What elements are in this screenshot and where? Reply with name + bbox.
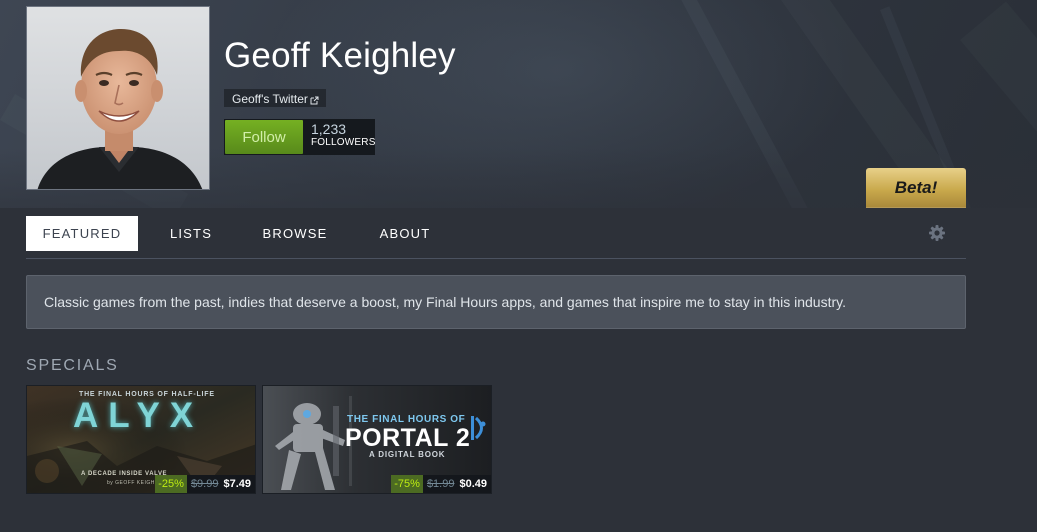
twitter-link[interactable]: Geoff's Twitter — [224, 89, 326, 107]
followers-count: 1,233 FOLLOWERS — [303, 119, 375, 155]
twitter-link-label: Geoff's Twitter — [232, 92, 308, 106]
alyx-art-title: ALYX — [73, 396, 204, 435]
tab-browse[interactable]: BROWSE — [252, 216, 338, 251]
curator-page: Geoff Keighley Geoff's Twitter Follow 1,… — [0, 0, 1037, 532]
follow-button[interactable]: Follow — [225, 120, 303, 154]
tab-featured[interactable]: FEATURED — [26, 216, 138, 251]
alyx-art-bottom: A DECADE INSIDE VALVE — [81, 471, 168, 477]
beta-badge[interactable]: Beta! — [866, 168, 966, 208]
followers-label: FOLLOWERS — [311, 137, 376, 148]
special-capsule-portal2[interactable]: THE FINAL HOURS OF PORTAL 2 A DIGITAL BO… — [262, 385, 492, 494]
tab-lists[interactable]: LISTS — [158, 216, 224, 251]
price-block: -75% $1.99 $0.49 — [391, 475, 491, 493]
curator-name: Geoff Keighley — [224, 36, 456, 75]
final-price: $7.49 — [223, 478, 251, 490]
original-price: $9.99 — [190, 478, 219, 490]
portal2-art-bottom: A DIGITAL BOOK — [369, 450, 446, 459]
tab-about[interactable]: ABOUT — [370, 216, 440, 251]
curator-description: Classic games from the past, indies that… — [26, 275, 966, 329]
price-block: -25% $9.99 $7.49 — [155, 475, 255, 493]
special-capsule-alyx[interactable]: THE FINAL HOURS OF HALF-LIFE ALYX A DECA… — [26, 385, 256, 494]
portal2-art-title: PORTAL 2 — [345, 424, 471, 452]
original-price: $1.99 — [426, 478, 455, 490]
final-price: $0.49 — [459, 478, 487, 490]
followers-number: 1,233 — [311, 121, 347, 137]
specials-heading: SPECIALS — [26, 357, 119, 374]
curator-tabs: FEATURED LISTS BROWSE ABOUT — [26, 215, 966, 259]
follow-group: Follow 1,233 FOLLOWERS — [224, 119, 375, 155]
gear-icon[interactable] — [928, 224, 946, 242]
discount-badge: -25% — [155, 475, 187, 493]
discount-badge: -75% — [391, 475, 423, 493]
avatar — [26, 6, 210, 190]
external-link-icon — [310, 94, 319, 104]
